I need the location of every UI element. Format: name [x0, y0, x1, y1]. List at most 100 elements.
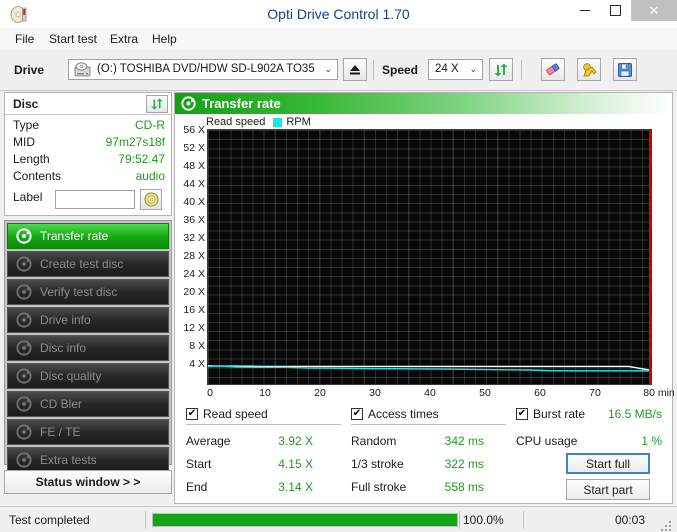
access-times-divider [351, 424, 506, 425]
disc-value-type: CD-R [135, 118, 165, 132]
disc-key-contents: Contents [13, 169, 62, 183]
maximize-button[interactable] [600, 0, 631, 21]
test-nav-list: Transfer rate Create test disc Verify te… [4, 220, 172, 473]
status-divider-1 [145, 511, 146, 529]
sidebar-item-transfer-rate[interactable]: Transfer rate [7, 223, 169, 249]
disc-key-label: Label [13, 190, 43, 204]
stat-row-random: Random 342 ms [351, 431, 506, 451]
start-part-button[interactable]: Start part [566, 479, 650, 500]
left-column: Disc Type CD-R MID 97m27s18f Length 79:5… [4, 92, 172, 504]
read-speed-checkbox[interactable]: ✔ [186, 408, 198, 420]
progress-percent: 100.0% [463, 513, 504, 527]
sidebar-item-fe-te[interactable]: FE / TE [7, 419, 169, 445]
eject-button[interactable] [343, 58, 367, 81]
disc-test-icon [16, 284, 32, 300]
stats-area: ✔ Read speed Average 3.92 X Start 4.15 X… [176, 405, 671, 503]
sidebar-label-transfer-rate: Transfer rate [40, 229, 109, 243]
disc-test-icon [16, 228, 32, 244]
toolbar-divider-1 [373, 60, 374, 80]
x-tick-10: 10 [259, 387, 271, 399]
sidebar-label-fe-te: FE / TE [40, 425, 81, 439]
menu-item-help[interactable]: Help [145, 28, 184, 50]
sidebar-item-verify-test-disc[interactable]: Verify test disc [7, 279, 169, 305]
stat-key-random: Random [351, 434, 397, 448]
disc-test-icon [16, 368, 32, 384]
legend-label-read-speed: Read speed [206, 116, 266, 128]
status-window-button[interactable]: Status window > > [4, 470, 172, 494]
transfer-rate-chart: Read speed RPM 56 X 52 X 48 X 44 X 40 X … [176, 115, 675, 405]
y-tick-32: 32 X [183, 232, 205, 244]
elapsed-time: 00:03 [614, 513, 645, 527]
sidebar-item-drive-info[interactable]: Drive info [7, 307, 169, 333]
disc-refresh-button[interactable] [146, 95, 168, 113]
y-tick-20: 20 X [183, 286, 205, 298]
start-full-button[interactable]: Start full [566, 453, 650, 474]
stat-row-end: End 3.14 X [186, 477, 341, 497]
sidebar-label-disc-info: Disc info [40, 341, 87, 355]
sidebar-item-create-test-disc[interactable]: Create test disc [7, 251, 169, 277]
disc-panel-header: Disc [5, 93, 171, 115]
refresh-arrows-icon [494, 63, 508, 76]
disc-label-row: Label [5, 189, 173, 213]
application-window: Opti Drive Control 1.70 ✕ File Start tes… [0, 0, 677, 532]
stat-key-full-stroke: Full stroke [351, 480, 407, 494]
title-bar: Opti Drive Control 1.70 ✕ [0, 0, 677, 29]
sidebar-item-cd-bler[interactable]: CD Bler [7, 391, 169, 417]
sidebar-item-disc-info[interactable]: Disc info [7, 335, 169, 361]
speed-label: Speed [382, 63, 419, 77]
disc-test-icon [16, 312, 32, 328]
resize-grip[interactable] [661, 519, 672, 531]
read-speed-title: Read speed [203, 407, 268, 421]
status-divider-2 [459, 511, 460, 529]
close-button[interactable]: ✕ [631, 0, 677, 21]
x-tick-30: 30 [369, 387, 381, 399]
chart-end-marker [649, 130, 651, 384]
x-tick-20: 20 [314, 387, 326, 399]
x-tick-70: 70 [589, 387, 601, 399]
chart-plot-area [207, 129, 652, 385]
eject-icon [350, 65, 360, 75]
disc-key-type: Type [13, 118, 40, 132]
erase-button[interactable] [541, 58, 565, 81]
access-times-checkbox[interactable]: ✔ [351, 408, 363, 420]
menu-item-file[interactable]: File [8, 28, 41, 50]
progress-bar-fill [153, 514, 457, 526]
stat-value-end: 3.14 X [278, 480, 313, 494]
disc-key-mid: MID [13, 135, 35, 149]
status-divider-3 [523, 511, 524, 529]
disc-test-icon [16, 452, 32, 468]
chevron-down-icon-speed: ⌄ [469, 64, 477, 74]
stats-access-times: ✔ Access times Random 342 ms 1/3 stroke … [351, 405, 506, 494]
toolbar: Drive (O:) TOSHIBA DVD/HDW SD-L902A TO35… [0, 50, 677, 91]
y-tick-52: 52 X [183, 142, 205, 154]
refresh-drive-button[interactable] [489, 58, 513, 81]
transfer-rate-panel: Transfer rate Read speed RPM 56 X 52 X 4… [174, 92, 675, 504]
sidebar-item-disc-quality[interactable]: Disc quality [7, 363, 169, 389]
stat-key-cpu-usage: CPU usage [516, 434, 578, 448]
maximize-icon [600, 0, 631, 21]
save-button[interactable] [613, 58, 637, 81]
stat-key-third-stroke: 1/3 stroke [351, 457, 404, 471]
menu-item-start-test[interactable]: Start test [42, 28, 104, 50]
stat-key-end: End [186, 480, 208, 494]
y-tick-24: 24 X [183, 268, 205, 280]
disc-key-length: Length [13, 152, 50, 166]
minimize-button[interactable] [569, 0, 600, 21]
sidebar-label-extra-tests: Extra tests [40, 453, 97, 467]
disc-label-button[interactable] [140, 189, 162, 210]
y-tick-40: 40 X [183, 196, 205, 208]
burst-rate-title: Burst rate [533, 407, 586, 421]
burst-rate-checkbox[interactable]: ✔ [516, 408, 528, 420]
disc-label-input[interactable] [55, 190, 135, 209]
disc-value-length: 79:52.47 [118, 152, 165, 166]
chart-x-axis: 0 10 20 30 40 50 60 70 80 min [207, 387, 675, 403]
clamp-button[interactable] [577, 58, 601, 81]
drive-label: Drive [14, 63, 45, 77]
drive-select[interactable]: (O:) TOSHIBA DVD/HDW SD-L902A TO35 ⌄ [68, 59, 338, 80]
speed-select[interactable]: 24 X ⌄ [428, 59, 483, 80]
refresh-arrows-icon [151, 98, 163, 110]
menu-item-extra[interactable]: Extra [103, 28, 145, 50]
status-bar: Test completed 100.0% 00:03 [0, 506, 677, 532]
stat-value-average: 3.92 X [278, 434, 313, 448]
chart-legend: Read speed RPM [206, 115, 311, 129]
